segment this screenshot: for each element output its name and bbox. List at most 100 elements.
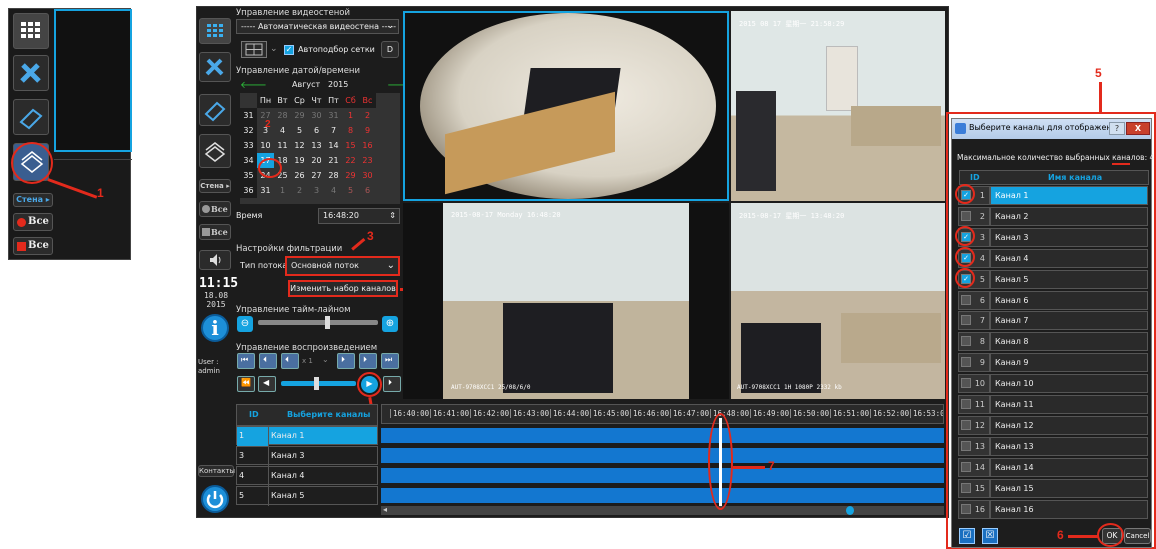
table-row[interactable]: 4 Канал 4 [236,466,378,486]
channel-checkbox[interactable] [961,378,971,389]
stream-type-dropdown[interactable]: Основной поток ⌄ [285,256,400,276]
calendar-day[interactable]: 31 [257,183,274,198]
channel-checkbox[interactable] [961,357,971,368]
channel-checkbox[interactable] [961,399,971,409]
all-stop-button[interactable]: Все [13,237,53,255]
channel-row[interactable]: 8 Канал 8 [958,332,1148,352]
layout-chevron-icon[interactable]: ⌄ [270,44,278,54]
scroll-thumb[interactable] [846,506,854,515]
channel-row[interactable]: 2 Канал 2 [958,206,1148,226]
prev-frame-button[interactable]: ⏴ [259,353,277,369]
select-all-button[interactable]: ☑ [959,528,975,544]
eraser-button[interactable] [199,94,231,126]
channel-checkbox[interactable] [961,461,971,472]
camera-tile-1[interactable] [403,11,729,201]
camera-tile-3[interactable]: 2015-08-17 Monday 16:48:20 AUT-9708XCC1 … [403,203,729,399]
channel-row[interactable]: 11 Канал 11 [958,395,1148,414]
video-wall-dropdown[interactable]: ----- Автоматическая видеостена ----- ⌄ [236,19,399,34]
channel-checkbox[interactable] [961,315,971,326]
channel-row[interactable]: 5 ✓ Канал 5 [955,267,1148,289]
calendar-day[interactable]: 4 [274,123,291,138]
calendar-day[interactable]: 21 [325,153,342,168]
channel-row[interactable]: 13 Канал 13 [958,436,1148,456]
calendar-day[interactable]: 5 [291,123,308,138]
channel-row[interactable]: 14 Канал 14 [958,457,1148,477]
all-stop-button[interactable]: Все [199,224,231,240]
back-button[interactable]: ◀ [258,376,276,392]
channel-checkbox[interactable] [961,482,971,493]
channel-checkbox[interactable] [961,419,971,430]
timeline-bar-3[interactable] [381,468,944,483]
calendar-day[interactable]: 13 [308,138,325,153]
calendar-day[interactable]: 1 [274,183,291,198]
all-record-button[interactable]: Все [199,201,231,217]
calendar-day[interactable]: 22 [342,153,359,168]
speed-chevron-icon[interactable]: ⌄ [322,355,329,364]
deselect-all-button[interactable]: ☒ [982,528,998,544]
prev-month-button[interactable]: 🡐 [240,79,267,91]
camera-tile-4[interactable]: 2015-08-17 星期一 13:48:20 AUT-9708XCC1 1H … [731,203,945,399]
grid-menu-button[interactable] [13,13,49,49]
zoom-out-button[interactable]: ⊖ [237,316,253,332]
change-channels-button[interactable]: Изменить набор каналов [288,280,398,297]
channel-checkbox[interactable] [961,294,971,305]
channel-row[interactable]: 15 Канал 15 [958,478,1148,498]
stena-button[interactable]: Стена ▸ [13,193,53,207]
info-button[interactable]: i [201,314,229,342]
channel-row[interactable]: 9 Канал 9 [958,353,1148,373]
calendar-day[interactable]: 29 [291,108,308,123]
all-record-button[interactable]: Все [13,213,53,231]
timeline-bar-4[interactable] [381,488,944,503]
spin-icon[interactable]: ⇕ [389,209,396,223]
calendar-day[interactable]: 6 [308,123,325,138]
eraser-button[interactable] [13,99,49,135]
close-button[interactable]: X [1126,122,1150,135]
channel-row[interactable]: 3 ✓ Канал 3 [955,225,1148,247]
calendar-day[interactable]: 30 [359,168,376,183]
calendar-day[interactable]: 29 [342,168,359,183]
rewind-button[interactable]: ⏪ [237,376,255,392]
calendar-day[interactable]: 1 [342,108,359,123]
d-button[interactable]: D [381,41,399,58]
timeline-zoom-slider[interactable] [258,320,378,325]
camera-tile-2[interactable]: 2015 08 17 星期一 21:58:29 [731,11,945,201]
calendar-day[interactable]: 15 [342,138,359,153]
contacts-button[interactable]: Контакты [198,465,235,477]
calendar-day[interactable]: 19 [291,153,308,168]
calendar-day[interactable]: 5 [342,183,359,198]
playback-speed-handle[interactable] [314,377,319,390]
channel-row[interactable]: 10 Канал 10 [958,374,1148,394]
skip-start-button[interactable]: ⏮ [237,353,255,369]
calendar-day[interactable]: 2 [291,183,308,198]
channel-checkbox[interactable] [961,503,971,514]
step-forward-button[interactable]: ⏵ [337,353,355,369]
zoom-in-button[interactable]: ⊕ [382,316,398,332]
calendar-day[interactable]: 16 [359,138,376,153]
tools-button[interactable] [199,52,231,82]
timeline-bar-2[interactable] [381,448,944,463]
calendar-day[interactable]: 31 [325,108,342,123]
channel-row[interactable]: 16 Канал 16 [958,499,1148,519]
channel-checkbox[interactable] [961,440,971,451]
cancel-button[interactable]: Cancel [1124,528,1151,544]
calendar-day[interactable]: 23 [359,153,376,168]
calendar-day[interactable]: 2 [359,108,376,123]
table-row[interactable]: 3 Канал 3 [236,446,378,466]
calendar-day[interactable]: 20 [308,153,325,168]
calendar-day[interactable]: 7 [325,123,342,138]
calendar-day[interactable]: 12 [291,138,308,153]
stena-button[interactable]: Стена ▸ [199,179,231,193]
month-label[interactable]: Август [292,80,320,89]
channel-checkbox[interactable] [961,336,971,347]
channel-row[interactable]: 1 ✓ Канал 1 [955,184,1148,205]
grid-layout-button[interactable] [241,41,267,58]
calendar-day[interactable]: 28 [274,108,291,123]
help-button[interactable]: ? [1109,122,1125,135]
calendar-day[interactable]: 28 [325,168,342,183]
channel-checkbox[interactable] [961,210,971,221]
year-label[interactable]: 2015 [328,80,348,89]
archive-button[interactable] [199,134,231,168]
volume-button[interactable] [199,250,231,270]
time-input[interactable]: 16:48:20 ⇕ [318,208,400,224]
tools-button[interactable] [13,55,49,91]
